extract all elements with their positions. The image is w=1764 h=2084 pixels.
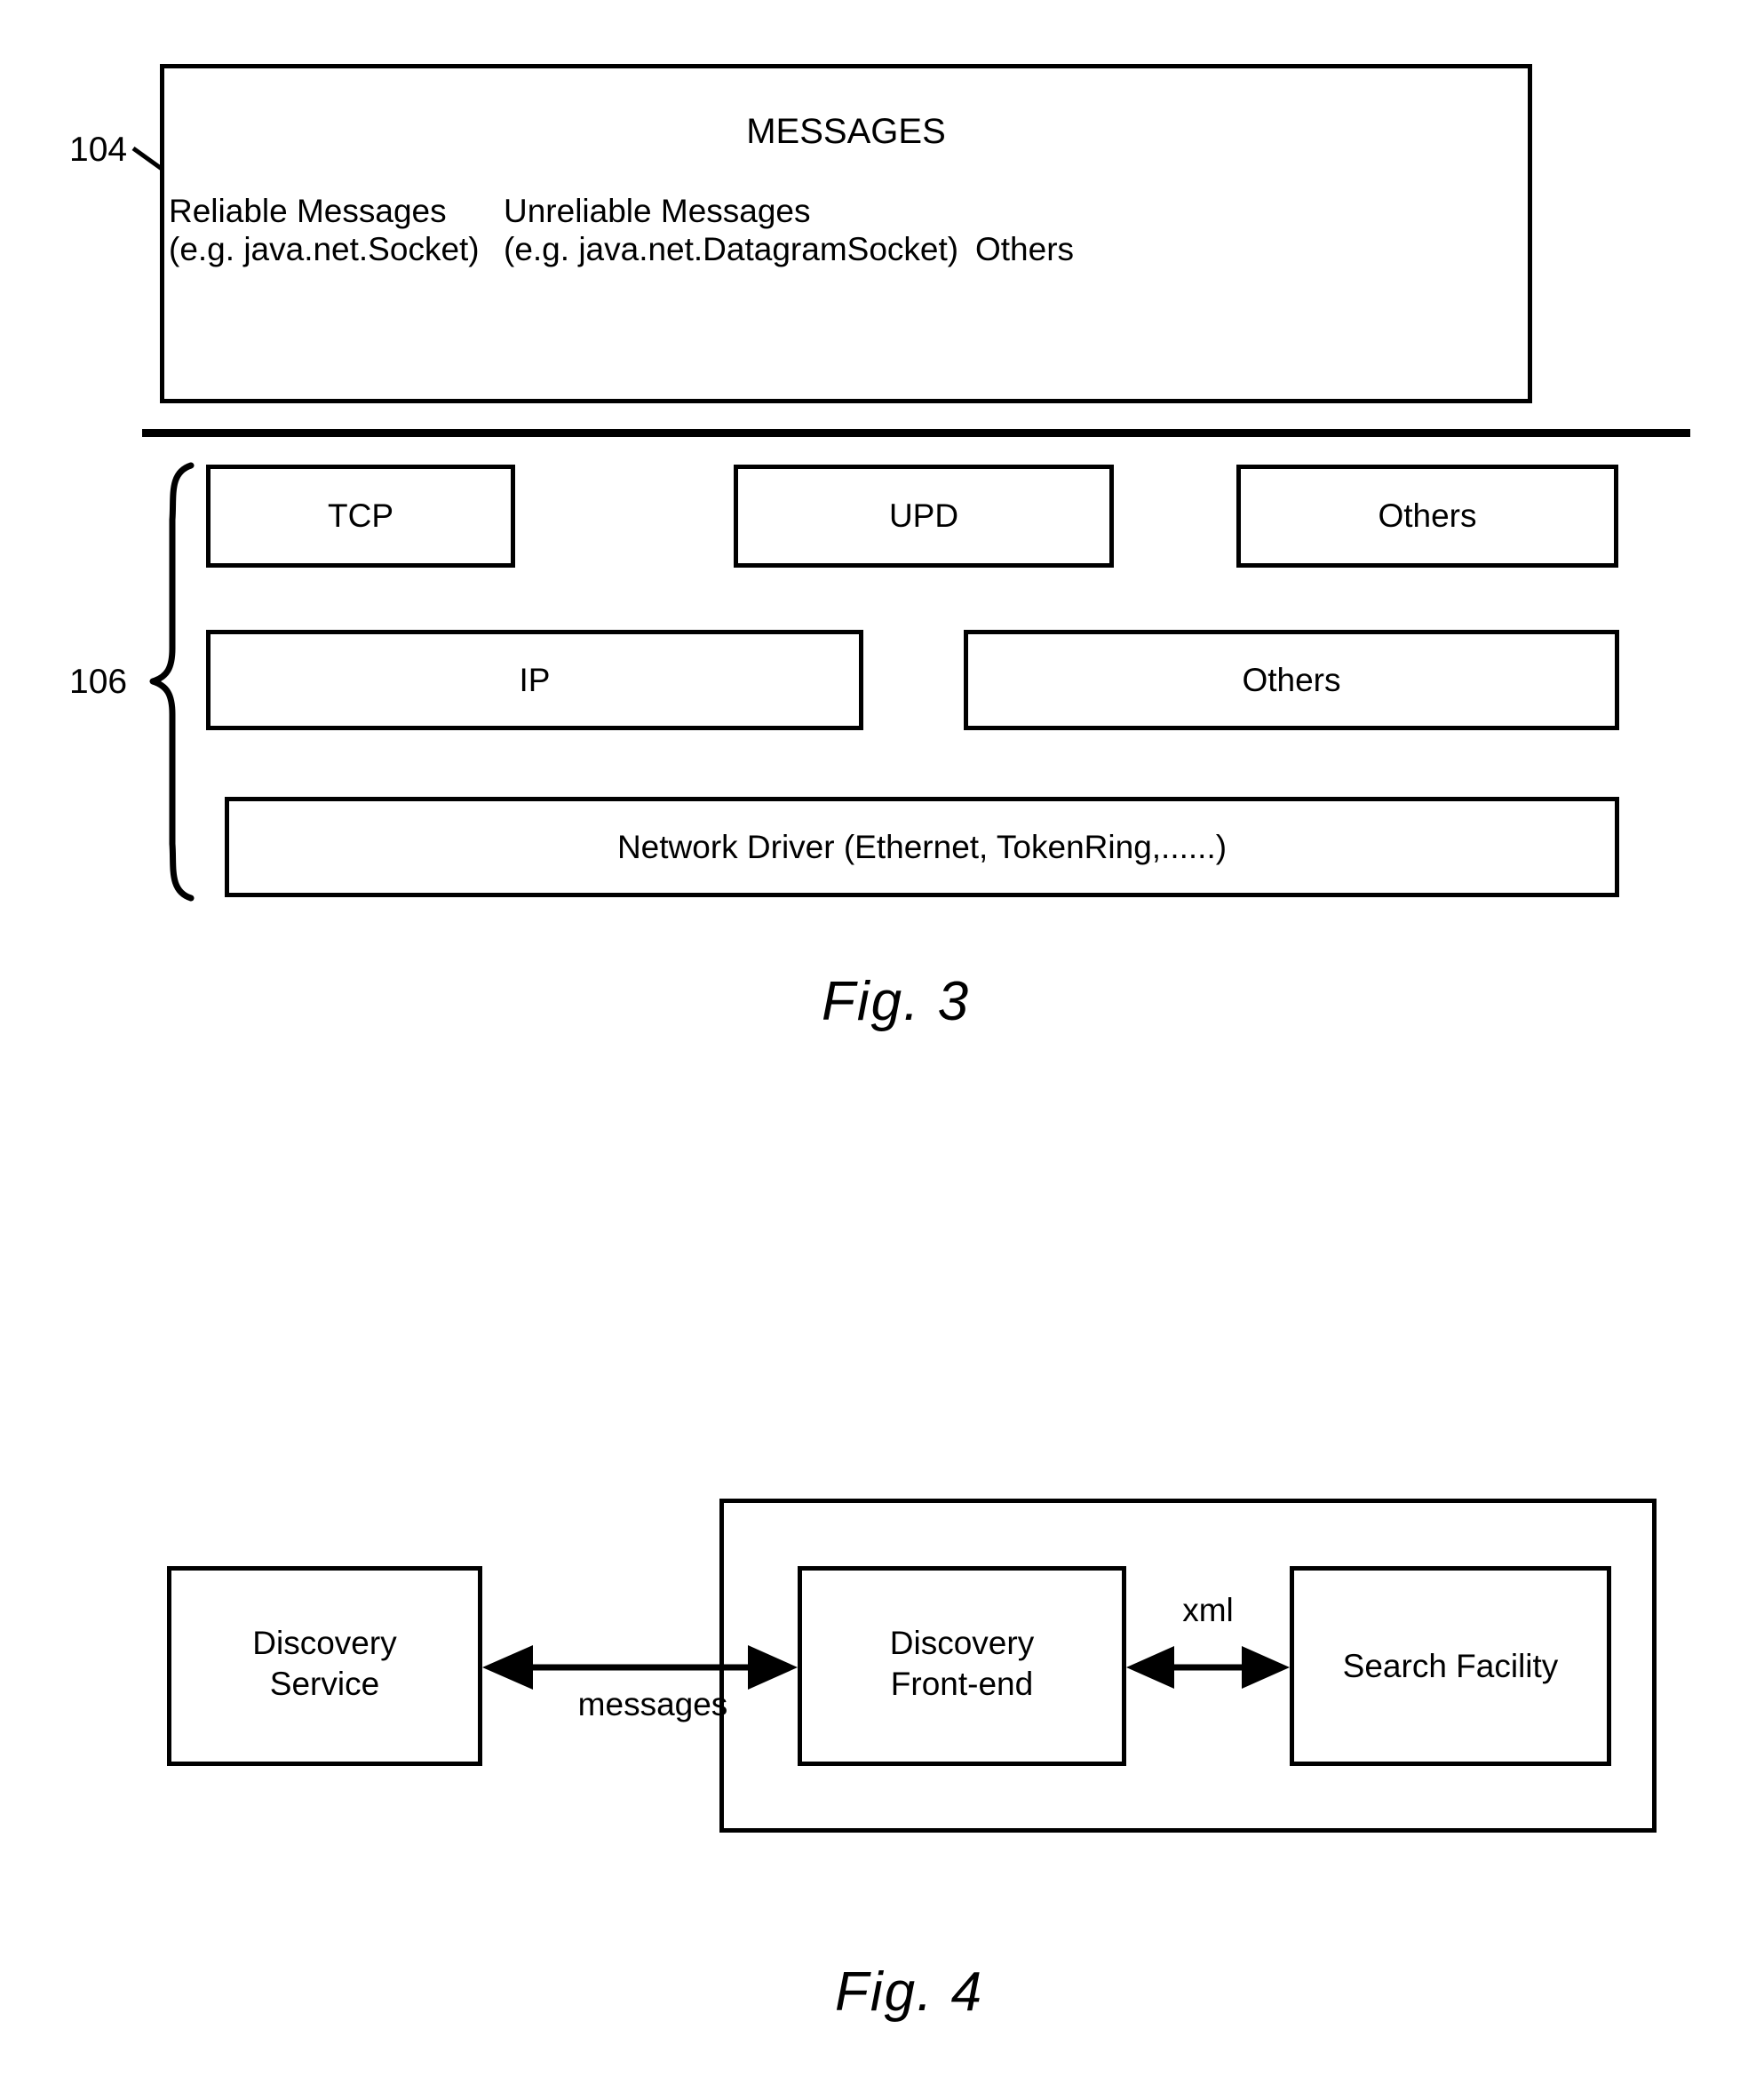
search-facility-label: Search Facility <box>1342 1648 1559 1684</box>
messages-item-others-name: Others <box>975 231 1075 267</box>
discovery-front-end-label-line2: Front-end <box>890 1666 1034 1702</box>
messages-arrowhead-left <box>482 1645 533 1690</box>
discovery-front-end-label-line1: Discovery <box>889 1625 1035 1661</box>
xml-connector-label: xml <box>1182 1592 1234 1628</box>
reference-leader-104 <box>131 146 163 171</box>
protocol-box-network-driver-label: Network Driver (Ethernet, TokenRing,....… <box>616 829 1228 865</box>
messages-layer-title: MESSAGES <box>746 112 946 151</box>
protocol-box-tcp-label: TCP <box>328 497 393 534</box>
protocol-box-others-row1-label: Others <box>1378 497 1477 534</box>
discovery-service-label-line1: Discovery <box>252 1625 397 1661</box>
patent-drawing-sheet: MESSAGES Reliable Messages (e.g. java.ne… <box>0 0 1764 2084</box>
reference-number-106: 106 <box>69 663 128 701</box>
protocol-box-others-row2-label: Others <box>1242 662 1341 698</box>
messages-item-reliable-example: (e.g. java.net.Socket) <box>169 231 480 267</box>
messages-connector-label: messages <box>577 1686 728 1722</box>
figure-4-caption: Fig. 4 <box>835 1961 984 2023</box>
layer-divider-rule <box>142 429 1690 437</box>
protocol-box-ip-label: IP <box>519 662 551 698</box>
protocol-stack-brace <box>149 462 195 902</box>
protocol-box-upd-label: UPD <box>888 497 959 534</box>
discovery-service-label-line2: Service <box>269 1666 380 1702</box>
figure-3-caption: Fig. 3 <box>822 971 971 1032</box>
reference-number-104: 104 <box>69 131 128 169</box>
messages-item-unreliable-name: Unreliable Messages <box>504 193 811 229</box>
messages-item-reliable-name: Reliable Messages <box>169 193 447 229</box>
messages-item-unreliable-example: (e.g. java.net.DatagramSocket) <box>504 231 959 267</box>
